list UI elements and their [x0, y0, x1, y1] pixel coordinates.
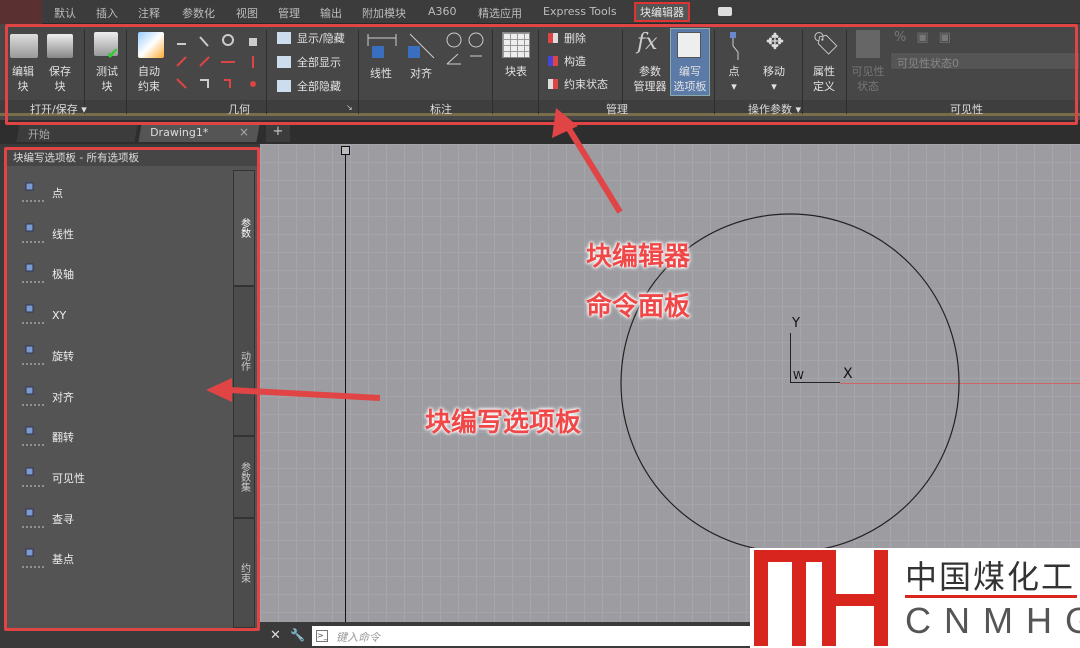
- logo-mark: [754, 550, 888, 646]
- cnmhg-logo: 中国煤化工 CNMHG: [750, 548, 1080, 648]
- logo-en-text: CNMHG: [905, 600, 1080, 641]
- logo-cn-text: 中国煤化工: [905, 558, 1076, 596]
- logo-divider: [905, 595, 1077, 598]
- annotation-ribbon-line2: 命令面板: [586, 292, 691, 322]
- annotation-ribbon-line1: 块编辑器: [586, 242, 691, 272]
- annotation-palette: 块编写选项板: [425, 408, 582, 438]
